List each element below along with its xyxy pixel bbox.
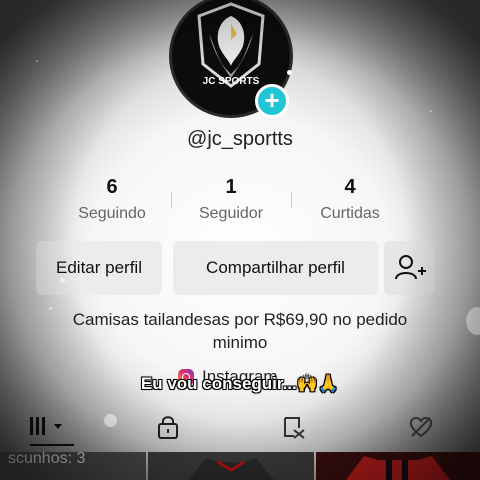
likes-label: Curtidas — [320, 205, 380, 222]
tab-liked[interactable] — [406, 414, 436, 440]
username: @jc_sportts — [187, 128, 293, 150]
grid-icon — [30, 417, 62, 435]
active-tab-indicator — [30, 444, 74, 446]
followers-count: 1 — [225, 176, 237, 198]
likes-stat[interactable]: 4 Curtidas — [290, 176, 410, 223]
following-stat[interactable]: 6 Seguindo — [52, 176, 172, 223]
followers-label: Seguidor — [198, 205, 264, 222]
jersey-image — [188, 458, 274, 480]
sparkle — [287, 70, 292, 75]
add-friend-icon — [395, 255, 426, 280]
tab-reposts[interactable] — [280, 414, 310, 440]
profile-avatar[interactable]: JC SPORTS — [169, 0, 293, 118]
tab-private[interactable] — [154, 414, 182, 440]
edit-profile-button[interactable]: Editar perfil — [36, 241, 162, 295]
chevron-down-icon — [54, 424, 62, 429]
jersey-image — [316, 452, 480, 480]
likes-count: 4 — [344, 176, 356, 198]
sparkle — [49, 307, 52, 310]
following-label: Seguindo — [78, 205, 146, 222]
following-count: 6 — [106, 176, 118, 198]
video-grid: scunhos: 3 — [0, 450, 480, 480]
video-thumbnail[interactable] — [148, 452, 314, 480]
profile-screen: JC SPORTS + @jc_sportts 6 Seguindo 1 Seg… — [0, 0, 480, 480]
bio-line: minimo — [212, 333, 268, 352]
drafts-label: scunhos: 3 — [8, 450, 86, 467]
sparkle — [466, 307, 480, 335]
logo-text: JC SPORTS — [203, 76, 260, 87]
profile-bio: Camisas tailandesas por R$69,90 no pedid… — [40, 308, 440, 354]
liked-icon — [409, 416, 433, 438]
profile-tabs — [0, 406, 480, 448]
video-caption-overlay: Eu vou conseguir...🙌🙏 — [140, 374, 340, 393]
add-friend-button[interactable] — [384, 241, 434, 295]
sparkle — [104, 414, 117, 427]
share-profile-button[interactable]: Compartilhar perfil — [173, 241, 378, 295]
sparkle — [430, 110, 432, 112]
tab-videos[interactable] — [26, 414, 70, 440]
lock-icon — [158, 416, 178, 439]
drafts-thumbnail[interactable]: scunhos: 3 — [0, 450, 146, 480]
sparkle — [36, 60, 38, 62]
video-thumbnail[interactable] — [316, 452, 480, 480]
add-photo-button[interactable]: + — [255, 84, 289, 118]
sparkle — [60, 278, 65, 283]
plus-icon: + — [264, 85, 280, 115]
followers-stat[interactable]: 1 Seguidor — [171, 176, 291, 223]
repost-icon — [284, 417, 305, 439]
bio-line: Camisas tailandesas por R$69,90 no pedid… — [72, 310, 408, 329]
